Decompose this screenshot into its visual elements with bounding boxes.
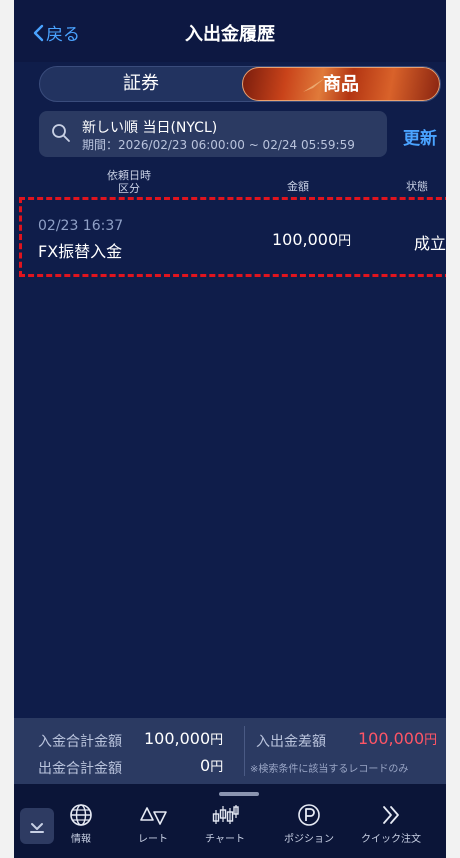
tab-rate[interactable]: レート — [118, 802, 188, 845]
summary-note: ※検索条件に該当するレコードのみ — [250, 764, 409, 775]
deposit-total-value: 100,000円 — [144, 729, 223, 748]
withdraw-total-unit: 円 — [210, 760, 224, 775]
tab-quick-order[interactable]: クイック注文 — [356, 802, 426, 845]
deposit-total-amount: 100,000 — [144, 729, 211, 748]
tab-info-label: 情報 — [71, 834, 91, 845]
tab-commodities[interactable]: 商品 — [242, 67, 440, 101]
chart-candle-icon — [212, 805, 239, 824]
withdraw-total-amount: 0 — [200, 756, 211, 775]
tab-chart-label: チャート — [205, 834, 245, 845]
tab-commodities-label: 商品 — [323, 74, 359, 95]
tab-position[interactable]: ポジション — [274, 802, 344, 845]
tab-quick-order-label: クイック注文 — [361, 834, 421, 845]
column-header-status: 状態 — [406, 180, 428, 193]
row-datetime: 02/23 16:37 — [38, 218, 124, 234]
withdraw-total-value: 0円 — [200, 756, 223, 775]
row-status: 成立 — [414, 234, 446, 253]
row-amount-unit: 円 — [338, 234, 352, 249]
deposit-total-unit: 円 — [210, 733, 224, 748]
search-icon — [52, 124, 70, 142]
double-chevron-icon — [383, 806, 399, 824]
search-sort-label: 新しい順 当日(NYCL) — [82, 120, 218, 136]
gold-sparkle-icon — [303, 78, 325, 92]
table-row[interactable]: 02/23 16:37 FX振替入金 100,000円 成立 — [19, 197, 446, 277]
difference-unit: 円 — [424, 733, 438, 748]
bottom-tab-bar: 情報 レート チャート ポジション クイック注文 — [14, 784, 446, 858]
column-header-category: 区分 — [118, 182, 140, 195]
withdraw-total-label: 出金合計金額 — [38, 761, 122, 777]
rate-icon — [140, 807, 167, 825]
row-amount: 100,000円 — [272, 230, 351, 249]
row-category: FX振替入金 — [38, 242, 123, 261]
tab-position-label: ポジション — [284, 834, 334, 845]
tab-info[interactable]: 情報 — [46, 802, 116, 845]
difference-label: 入出金差額 — [256, 734, 326, 750]
column-header-amount: 金額 — [287, 180, 309, 193]
drag-handle[interactable] — [219, 792, 259, 796]
search-filter[interactable]: 新しい順 当日(NYCL) 期間：2026/02/23 06:00:00 ~ 0… — [39, 111, 387, 157]
deposit-total-label: 入金合計金額 — [38, 734, 122, 750]
tab-rate-label: レート — [138, 834, 168, 845]
summary-panel: 入金合計金額 100,000円 出金合計金額 0円 入出金差額 100,000円… — [14, 718, 446, 784]
globe-icon — [70, 804, 92, 826]
tab-securities[interactable]: 証券 — [40, 67, 242, 101]
difference-value: 100,000円 — [358, 729, 437, 748]
refresh-button[interactable]: 更新 — [403, 124, 437, 149]
app-screen: 戻る 入出金履歴 証券 商品 新しい順 当日(NYCL) 期間：2026/02/… — [14, 0, 446, 858]
search-period-label: 期間：2026/02/23 06:00:00 ~ 02/24 05:59:59 — [82, 138, 355, 152]
market-segmented-control: 証券 商品 — [39, 66, 441, 102]
position-icon — [298, 804, 320, 826]
summary-divider — [244, 726, 245, 776]
page-title: 入出金履歴 — [185, 24, 275, 45]
difference-amount: 100,000 — [358, 729, 425, 748]
tab-chart[interactable]: チャート — [190, 802, 260, 845]
row-amount-value: 100,000 — [272, 230, 339, 249]
header: 戻る 入出金履歴 — [14, 0, 446, 62]
